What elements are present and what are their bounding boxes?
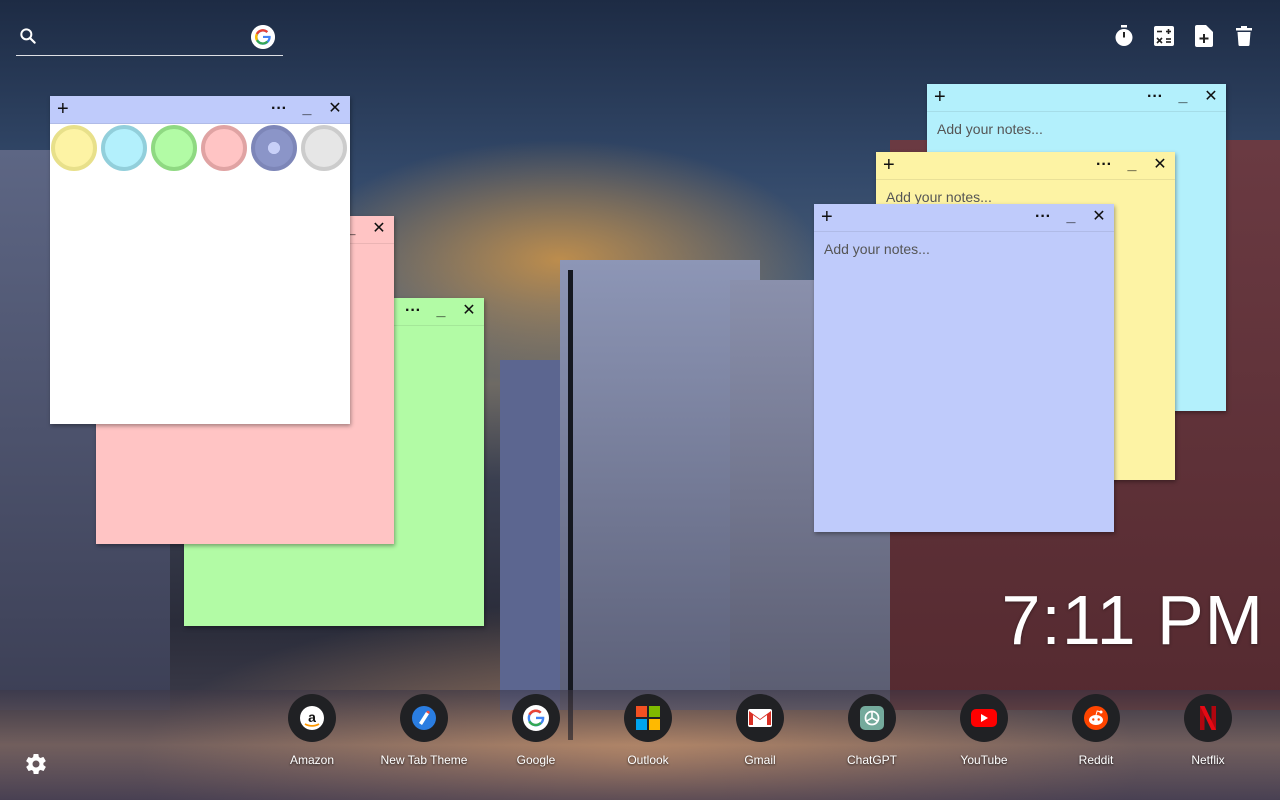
shortcut-label: Outlook <box>627 753 669 767</box>
google-search-icon[interactable] <box>251 25 275 49</box>
shortcut-label: Netflix <box>1191 753 1225 767</box>
toolbar <box>1112 24 1256 48</box>
calculator-button[interactable] <box>1152 24 1176 48</box>
minimize-button[interactable]: _ <box>432 301 450 321</box>
shortcut-dock: a Amazon New Tab Theme Google Outlook Gm… <box>256 694 1264 774</box>
more-options-button[interactable]: ··· <box>404 301 422 321</box>
shortcut-chatgpt[interactable]: ChatGPT <box>816 694 928 767</box>
chatgpt-icon <box>848 694 896 742</box>
note-header: + ··· _ ✕ <box>927 84 1226 112</box>
close-button[interactable]: ✕ <box>1202 87 1220 107</box>
new-note-button[interactable] <box>1192 24 1216 48</box>
add-note-button[interactable]: + <box>934 87 946 107</box>
sticky-note-lavender[interactable]: + ··· _ ✕ <box>814 204 1114 532</box>
note-controls: ··· _ ✕ <box>1146 87 1220 107</box>
trash-icon <box>1236 26 1252 46</box>
shortcut-label: ChatGPT <box>846 753 897 767</box>
sticky-note-white[interactable]: + ··· _ ✕ <box>50 96 350 424</box>
timer-icon <box>1115 25 1133 46</box>
color-swatch-pink[interactable] <box>201 125 247 171</box>
timer-button[interactable] <box>1112 24 1136 48</box>
shortcut-label: YouTube <box>960 753 1008 767</box>
color-swatch-cyan[interactable] <box>101 125 147 171</box>
close-button[interactable]: ✕ <box>370 219 388 239</box>
color-swatch-light[interactable] <box>301 125 347 171</box>
reddit-icon <box>1072 694 1120 742</box>
minimize-button[interactable]: _ <box>1062 207 1080 227</box>
search-input[interactable] <box>46 24 246 48</box>
minimize-button[interactable]: _ <box>1174 87 1192 107</box>
background-street-lamp <box>568 270 573 740</box>
netflix-icon <box>1184 694 1232 742</box>
shortcut-label: Reddit <box>1078 753 1114 767</box>
minimize-button[interactable]: _ <box>1123 155 1141 175</box>
settings-button[interactable] <box>24 752 48 776</box>
shortcut-gmail[interactable]: Gmail <box>704 694 816 767</box>
color-swatch-lavender[interactable] <box>251 125 297 171</box>
google-icon <box>512 694 560 742</box>
shortcut-label: Google <box>516 753 556 767</box>
shortcut-youtube[interactable]: YouTube <box>928 694 1040 767</box>
shortcut-netflix[interactable]: Netflix <box>1152 694 1264 767</box>
note-textarea[interactable] <box>814 233 1114 532</box>
color-swatch-yellow[interactable] <box>51 125 97 171</box>
close-button[interactable]: ✕ <box>326 99 344 119</box>
shortcut-label: Amazon <box>289 753 335 767</box>
background-building <box>500 360 560 710</box>
shortcut-google[interactable]: Google <box>480 694 592 767</box>
note-header: + ··· _ ✕ <box>50 96 350 124</box>
note-controls: ··· _ ✕ <box>404 301 478 321</box>
new-tab-theme-icon <box>400 694 448 742</box>
amazon-icon: a <box>288 694 336 742</box>
shortcut-outlook[interactable]: Outlook <box>592 694 704 767</box>
svg-text:a: a <box>308 709 316 725</box>
minimize-button[interactable]: _ <box>298 99 316 119</box>
shortcut-label: Gmail <box>744 753 776 767</box>
close-button[interactable]: ✕ <box>1151 155 1169 175</box>
search-bar <box>16 20 283 56</box>
outlook-icon <box>624 694 672 742</box>
color-palette <box>50 124 348 172</box>
note-header: + ··· _ ✕ <box>814 204 1114 232</box>
gear-icon <box>26 753 46 775</box>
new-note-icon <box>1195 25 1213 47</box>
note-controls: ··· _ ✕ <box>1095 155 1169 175</box>
add-note-button[interactable]: + <box>821 207 833 227</box>
note-controls: ··· _ ✕ <box>1034 207 1108 227</box>
close-button[interactable]: ✕ <box>1090 207 1108 227</box>
more-options-button[interactable]: ··· <box>1146 87 1164 107</box>
color-swatch-green[interactable] <box>151 125 197 171</box>
clock: 7:11 PM <box>1001 581 1264 659</box>
more-options-button[interactable]: ··· <box>1034 207 1052 227</box>
note-controls: ··· _ ✕ <box>270 99 344 119</box>
calculator-icon <box>1154 26 1174 46</box>
shortcut-reddit[interactable]: Reddit <box>1040 694 1152 767</box>
more-options-button[interactable]: ··· <box>1095 155 1113 175</box>
shortcut-label: New Tab Theme <box>380 753 468 767</box>
delete-button[interactable] <box>1232 24 1256 48</box>
close-button[interactable]: ✕ <box>460 301 478 321</box>
gmail-icon <box>736 694 784 742</box>
shortcut-new-tab-theme[interactable]: New Tab Theme <box>368 694 480 767</box>
shortcut-amazon[interactable]: a Amazon <box>256 694 368 767</box>
search-icon[interactable] <box>18 26 38 46</box>
add-note-button[interactable]: + <box>883 155 895 175</box>
youtube-icon <box>960 694 1008 742</box>
more-options-button[interactable]: ··· <box>270 99 288 119</box>
add-note-button[interactable]: + <box>57 99 69 119</box>
note-header: + ··· _ ✕ <box>876 152 1175 180</box>
